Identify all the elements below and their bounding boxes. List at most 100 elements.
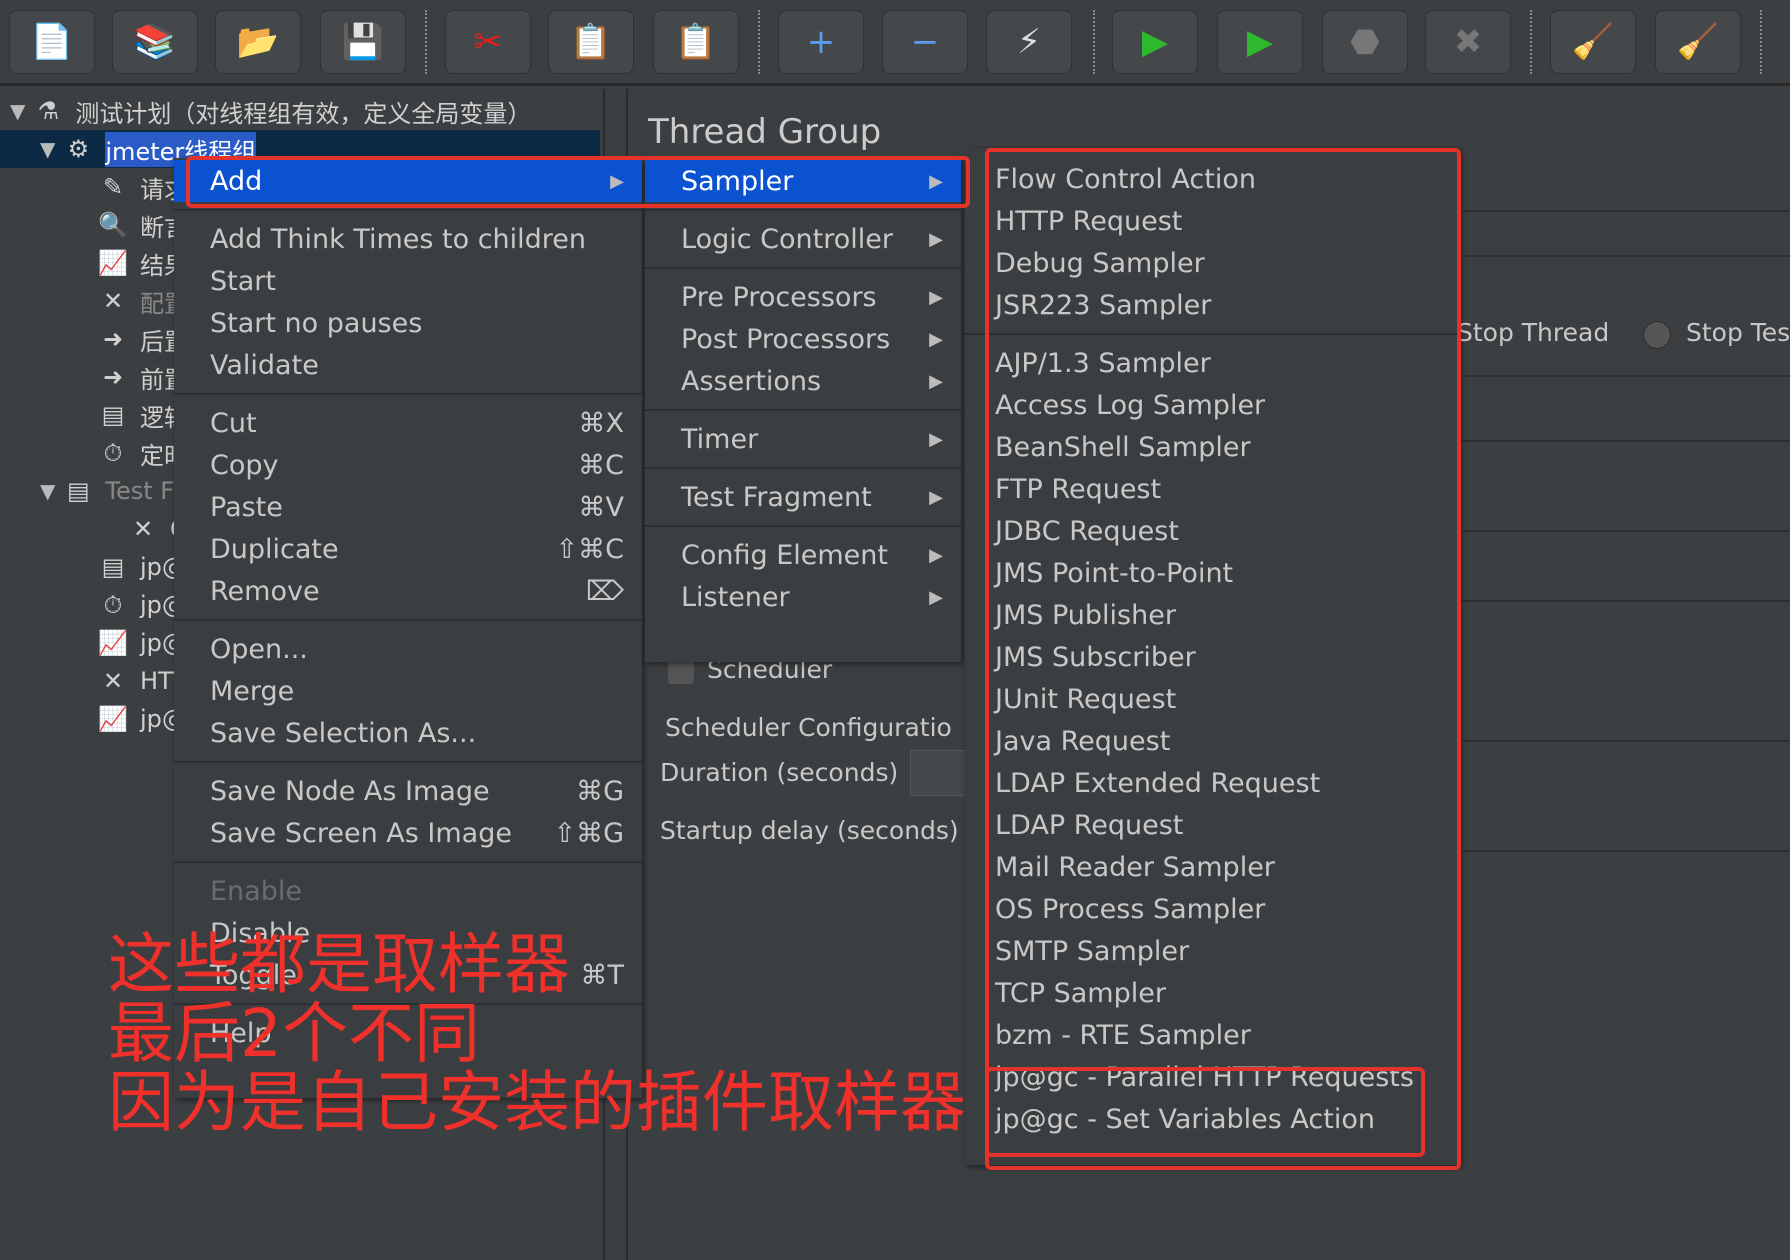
menu-item-open[interactable]: Open... <box>174 628 642 670</box>
stop-button[interactable]: ⬣ <box>1322 10 1408 74</box>
menu-item-merge[interactable]: Merge <box>174 670 642 712</box>
menu-item-label: jp@gc - Set Variables Action <box>995 1103 1375 1135</box>
menu-item-jms-publisher[interactable]: JMS Publisher <box>965 594 1459 636</box>
duration-input[interactable] <box>910 750 970 796</box>
cut-button[interactable]: ✂ <box>445 10 531 74</box>
shortcut-label: ⌘G <box>576 775 624 807</box>
submenu-arrow-icon: ▶ <box>929 328 943 350</box>
menu-item-smtp-sampler[interactable]: SMTP Sampler <box>965 930 1459 972</box>
menu-item-label: OS Process Sampler <box>995 893 1266 925</box>
menu-item-http-request[interactable]: HTTP Request <box>965 200 1459 242</box>
clear-icon: 🧹 <box>1571 22 1615 62</box>
menu-item-label: Add Think Times to children <box>210 223 587 255</box>
save-button[interactable]: 💾 <box>320 10 406 74</box>
menu-item-start[interactable]: Start <box>174 260 642 302</box>
menu-item-ajp-1-3-sampler[interactable]: AJP/1.3 Sampler <box>965 342 1459 384</box>
menu-item-add-think-times-to-children[interactable]: Add Think Times to children <box>174 218 642 260</box>
menu-item-jms-subscriber[interactable]: JMS Subscriber <box>965 636 1459 678</box>
open-button[interactable]: 📂 <box>215 10 301 74</box>
start-no-pause-button[interactable]: ▶ <box>1217 10 1303 74</box>
open-icon: 📂 <box>236 22 280 62</box>
toggle-button[interactable]: ⚡ <box>986 10 1072 74</box>
menu-item-jp-gc-parallel-http-requests[interactable]: jp@gc - Parallel HTTP Requests <box>965 1056 1459 1098</box>
tree-node[interactable]: ▼ ▤ Test F <box>40 472 174 510</box>
menu-item-enable[interactable]: Enable <box>174 870 642 912</box>
menu-item-cut[interactable]: Cut ⌘X <box>174 402 642 444</box>
menu-item-timer[interactable]: Timer ▶ <box>645 418 961 460</box>
menu-item-label: Sampler <box>681 165 794 197</box>
menu-item-tcp-sampler[interactable]: TCP Sampler <box>965 972 1459 1014</box>
startup-delay-label: Startup delay (seconds) <box>660 816 959 845</box>
menu-item-sampler[interactable]: Sampler ▶ <box>645 160 961 202</box>
menu-item-ftp-request[interactable]: FTP Request <box>965 468 1459 510</box>
expand-button[interactable]: + <box>778 10 864 74</box>
expand-icon: + <box>806 22 836 62</box>
shortcut-label: ⌘V <box>578 491 624 523</box>
menu-item-save-screen-as-image[interactable]: Save Screen As Image ⇧⌘G <box>174 812 642 854</box>
menu-item-validate[interactable]: Validate <box>174 344 642 386</box>
menu-separator <box>965 333 1459 335</box>
menu-item-label: Paste <box>210 491 283 523</box>
menu-item-logic-controller[interactable]: Logic Controller ▶ <box>645 218 961 260</box>
menu-item-remove[interactable]: Remove ⌦ <box>174 570 642 612</box>
menu-item-jsr223-sampler[interactable]: JSR223 Sampler <box>965 284 1459 326</box>
logic-controller-icon: ▤ <box>101 553 125 581</box>
shutdown-button[interactable]: ✖ <box>1425 10 1511 74</box>
new-file-button[interactable]: 📄 <box>9 10 95 74</box>
expand-arrow-icon[interactable]: ▼ <box>10 99 25 123</box>
clear-button[interactable]: 🧹 <box>1550 10 1636 74</box>
menu-item-java-request[interactable]: Java Request <box>965 720 1459 762</box>
stop-test-radio[interactable] <box>1643 321 1671 349</box>
menu-item-label: Open... <box>210 633 308 665</box>
listener-chart-icon: 📈 <box>98 705 128 733</box>
menu-item-save-node-as-image[interactable]: Save Node As Image ⌘G <box>174 770 642 812</box>
submenu-arrow-icon: ▶ <box>610 170 624 192</box>
menu-item-access-log-sampler[interactable]: Access Log Sampler <box>965 384 1459 426</box>
clear-all-button[interactable]: 🧹 <box>1655 10 1741 74</box>
tree-node[interactable]: ▼ ⚗ 测试计划（对线程组有效，定义全局变量） <box>10 92 531 130</box>
start-button[interactable]: ▶ <box>1112 10 1198 74</box>
menu-item-label: Post Processors <box>681 323 891 355</box>
menu-item-beanshell-sampler[interactable]: BeanShell Sampler <box>965 426 1459 468</box>
menu-item-debug-sampler[interactable]: Debug Sampler <box>965 242 1459 284</box>
stop-test-radio-label[interactable]: Stop Tes <box>1686 318 1790 347</box>
menu-item-paste[interactable]: Paste ⌘V <box>174 486 642 528</box>
menu-item-jms-point-to-point[interactable]: JMS Point-to-Point <box>965 552 1459 594</box>
templates-button[interactable]: 📚 <box>112 10 198 74</box>
menu-item-bzm-rte-sampler[interactable]: bzm - RTE Sampler <box>965 1014 1459 1056</box>
menu-item-pre-processors[interactable]: Pre Processors ▶ <box>645 276 961 318</box>
menu-item-listener[interactable]: Listener ▶ <box>645 576 961 618</box>
menu-item-jp-gc-set-variables-action[interactable]: jp@gc - Set Variables Action <box>965 1098 1459 1140</box>
menu-item-duplicate[interactable]: Duplicate ⇧⌘C <box>174 528 642 570</box>
menu-item-ldap-extended-request[interactable]: LDAP Extended Request <box>965 762 1459 804</box>
menu-item-label: LDAP Extended Request <box>995 767 1321 799</box>
menu-item-add[interactable]: Add ▶ <box>174 160 642 202</box>
menu-item-label: bzm - RTE Sampler <box>995 1019 1251 1051</box>
menu-item-flow-control-action[interactable]: Flow Control Action <box>965 158 1459 200</box>
menu-separator <box>645 467 961 469</box>
expand-arrow-icon[interactable]: ▼ <box>40 137 55 161</box>
menu-item-jdbc-request[interactable]: JDBC Request <box>965 510 1459 552</box>
menu-item-label: Debug Sampler <box>995 247 1205 279</box>
menu-item-label: Test Fragment <box>681 481 872 513</box>
copy-button[interactable]: 📋 <box>548 10 634 74</box>
expand-arrow-icon[interactable]: ▼ <box>40 479 55 503</box>
collapse-button[interactable]: − <box>882 10 968 74</box>
start-no-pause-icon: ▶ <box>1246 22 1274 62</box>
menu-item-save-selection-as[interactable]: Save Selection As... <box>174 712 642 754</box>
paste-button[interactable]: 📋 <box>653 10 739 74</box>
menu-item-mail-reader-sampler[interactable]: Mail Reader Sampler <box>965 846 1459 888</box>
menu-item-post-processors[interactable]: Post Processors ▶ <box>645 318 961 360</box>
duration-label: Duration (seconds) <box>660 758 899 787</box>
menu-item-assertions[interactable]: Assertions ▶ <box>645 360 961 402</box>
menu-item-ldap-request[interactable]: LDAP Request <box>965 804 1459 846</box>
menu-item-junit-request[interactable]: JUnit Request <box>965 678 1459 720</box>
menu-item-copy[interactable]: Copy ⌘C <box>174 444 642 486</box>
menu-separator <box>174 209 642 211</box>
menu-item-start-no-pauses[interactable]: Start no pauses <box>174 302 642 344</box>
stop-thread-radio-label[interactable]: Stop Thread <box>1457 318 1609 347</box>
menu-item-test-fragment[interactable]: Test Fragment ▶ <box>645 476 961 518</box>
menu-item-config-element[interactable]: Config Element ▶ <box>645 534 961 576</box>
menu-item-os-process-sampler[interactable]: OS Process Sampler <box>965 888 1459 930</box>
submenu-arrow-icon: ▶ <box>929 286 943 308</box>
